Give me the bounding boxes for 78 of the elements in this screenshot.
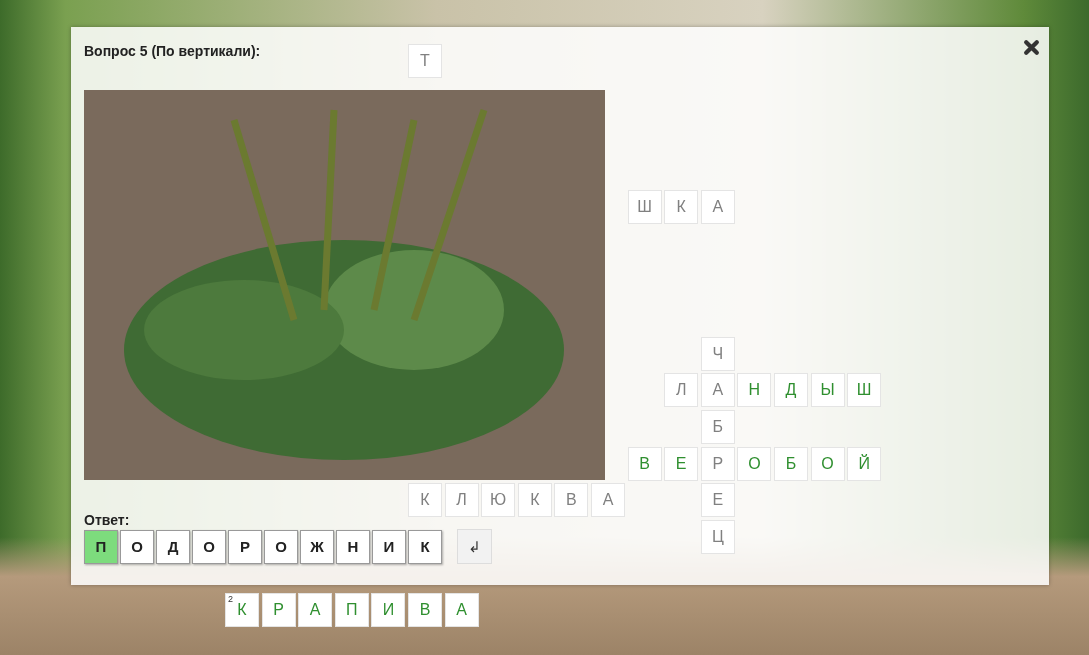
cell-letter: К — [420, 491, 430, 510]
cell-letter: Е — [712, 491, 724, 510]
cell-letter: В — [566, 491, 577, 510]
cell-letter: Ю — [490, 491, 507, 510]
answer-letter-cell[interactable]: Ж — [300, 529, 334, 564]
crossword-cell[interactable]: Н — [737, 373, 772, 408]
crossword-cell[interactable]: Ш — [847, 373, 882, 408]
cell-letter: Л — [456, 491, 467, 510]
crossword-cell[interactable]: Б — [700, 410, 735, 444]
cell-letter: Н — [748, 381, 761, 400]
cell-letter: Ц — [711, 527, 724, 546]
cell-letter: К — [676, 198, 686, 217]
submit-button[interactable]: ↲ — [457, 529, 492, 564]
answer-letter-cell[interactable]: О — [120, 529, 154, 564]
cell-letter: О — [821, 454, 834, 473]
cell-letter: Т — [420, 52, 430, 70]
cell-letter: И — [382, 601, 395, 619]
cell-letter: В — [419, 601, 431, 619]
answer-letter-cell[interactable]: И — [372, 529, 406, 564]
crossword-cell[interactable]: В — [554, 483, 589, 518]
cell-letter: А — [309, 601, 321, 619]
answer-letter-cell[interactable]: П — [84, 529, 118, 564]
cell-letter: Б — [712, 418, 724, 436]
answer-letter-cell[interactable]: Р — [228, 529, 262, 564]
cell-letter: К — [237, 601, 247, 619]
crossword-cell[interactable]: Й — [847, 446, 882, 481]
cell-letter: А — [602, 491, 614, 510]
cell-letter: Б — [785, 454, 797, 473]
cell-letter: Л — [675, 381, 687, 400]
crossword-cell[interactable]: Л — [664, 373, 699, 408]
cell-letter: Й — [858, 454, 870, 473]
crossword-cell[interactable]: А — [298, 593, 333, 627]
cell-letter: Р — [273, 601, 284, 619]
clue-number: 2 — [228, 594, 233, 604]
cell-letter: Ч — [712, 344, 724, 363]
crossword-cell[interactable]: Е — [700, 483, 735, 518]
crossword-cell[interactable]: А — [591, 483, 625, 518]
cell-letter: О — [748, 454, 761, 473]
answer-letter-cell[interactable]: Д — [156, 529, 190, 564]
cell-letter: Ш — [637, 198, 652, 217]
answer-letter-cell[interactable]: О — [192, 529, 226, 564]
crossword-cell[interactable]: Р — [261, 593, 296, 627]
crossword-cell[interactable]: К — [664, 190, 699, 225]
close-icon[interactable] — [1023, 39, 1040, 56]
cell-letter: В — [639, 454, 650, 473]
cell-letter: Ш — [856, 381, 872, 400]
cell-letter: Д — [785, 381, 797, 400]
cell-letter: Р — [712, 454, 724, 473]
cell-letter: П — [346, 601, 358, 619]
crossword-cell[interactable]: Ы — [810, 373, 845, 408]
crossword-cell[interactable]: В — [408, 593, 442, 627]
cell-letter: А — [456, 601, 467, 619]
crossword-cell[interactable]: К — [517, 483, 552, 518]
crossword-cell[interactable]: 2 К — [225, 593, 259, 627]
crossword-cell[interactable]: А — [700, 373, 735, 408]
cell-letter: А — [712, 198, 724, 217]
crossword-cell[interactable]: О — [737, 446, 772, 481]
answer-letter-cell[interactable]: К — [408, 529, 442, 564]
answer-label: Ответ: — [84, 512, 131, 528]
crossword-cell[interactable]: К — [408, 483, 442, 518]
cell-letter: К — [530, 491, 540, 510]
dialog-title: Вопрос 5 (По вертикали): — [84, 43, 261, 59]
cell-letter: А — [712, 381, 724, 400]
crossword-cell[interactable]: Ю — [481, 483, 516, 518]
cell-letter: Ы — [820, 381, 835, 400]
crossword-cell[interactable]: Б — [774, 446, 808, 481]
crossword-cell[interactable]: Ш — [627, 190, 662, 225]
crossword-cell[interactable]: П — [334, 593, 369, 627]
cell-letter: Е — [675, 454, 687, 473]
crossword-cell[interactable]: Е — [664, 446, 699, 481]
crossword-cell[interactable]: Л — [444, 483, 479, 518]
crossword-cell[interactable]: Т — [408, 44, 442, 78]
crossword-cell[interactable]: А — [700, 190, 735, 225]
answer-letter-cell[interactable]: Н — [336, 529, 370, 564]
answer-letter-cell[interactable]: О — [264, 529, 298, 564]
crossword-cell[interactable]: И — [371, 593, 406, 627]
crossword-cell[interactable]: А — [444, 593, 479, 627]
crossword-cell[interactable]: Д — [774, 373, 808, 408]
